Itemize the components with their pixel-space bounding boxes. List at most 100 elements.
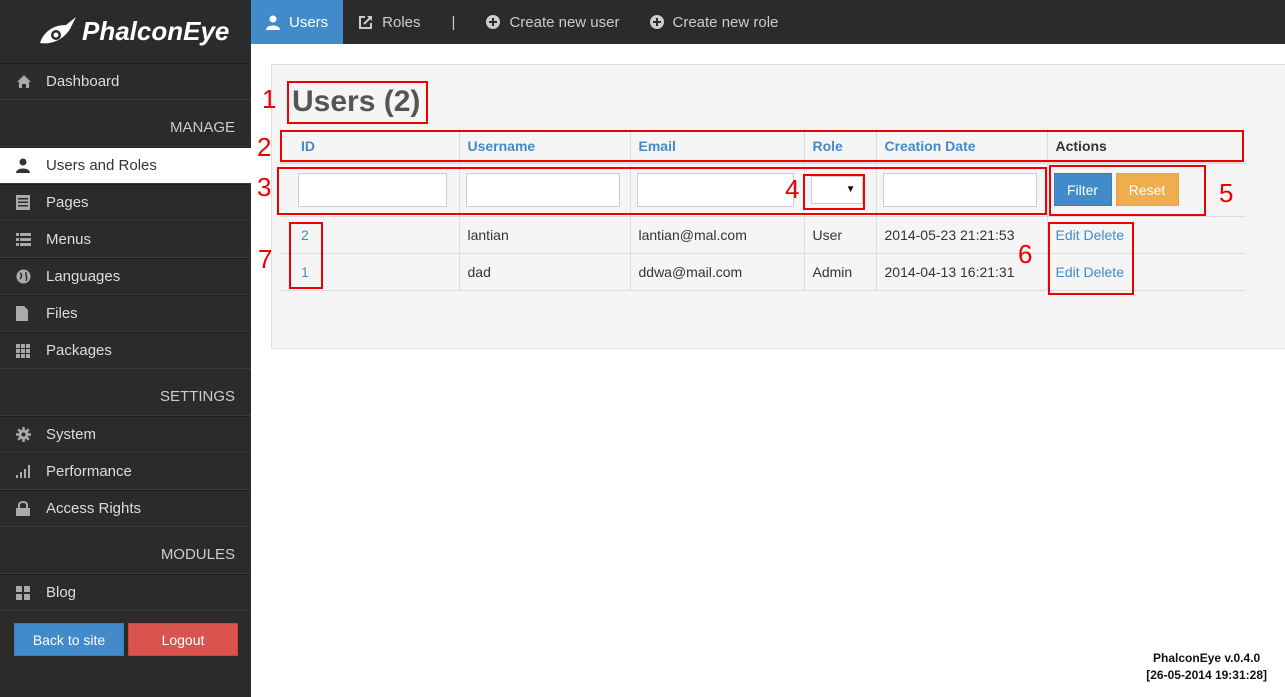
column-header-role[interactable]: Role: [803, 129, 876, 164]
sidebar-item-performance[interactable]: Performance: [0, 453, 251, 490]
sidebar-item-label: Users and Roles: [46, 157, 157, 174]
user-icon: [266, 15, 280, 30]
edit-link[interactable]: Edit: [1056, 227, 1080, 243]
sidebar-item-files[interactable]: Files: [0, 295, 251, 332]
sidebar-item-label: Packages: [46, 342, 112, 359]
sidebar-item-label: Blog: [46, 584, 77, 601]
tab-roles[interactable]: Roles: [343, 0, 435, 44]
signal-icon: [16, 465, 46, 478]
back-to-site-button[interactable]: Back to site: [14, 623, 124, 656]
sidebar-item-packages[interactable]: Packages: [0, 332, 251, 369]
create-new-user-link[interactable]: Create new user: [471, 0, 634, 44]
cell-email: lantian@mal.com: [629, 215, 804, 253]
edit-link[interactable]: Edit: [1056, 264, 1080, 280]
cell-id: 2: [280, 215, 459, 253]
sidebar-item-users-and-roles[interactable]: Users and Roles: [0, 147, 251, 184]
tab-separator: |: [451, 13, 456, 31]
annotation-number-4: 4: [785, 174, 800, 204]
delete-link[interactable]: Delete: [1084, 264, 1124, 280]
chevron-down-icon: ▼: [845, 184, 856, 196]
tab-label: Create new role: [672, 13, 779, 31]
tiles-icon: [16, 585, 46, 600]
phalcon-eye-logo-icon: [40, 16, 76, 43]
grid-icon: [16, 343, 46, 358]
delete-link[interactable]: Delete: [1084, 227, 1124, 243]
column-header-email[interactable]: Email: [629, 129, 804, 164]
plus-circle-icon: [649, 15, 664, 29]
filter-cell-username: [458, 162, 630, 216]
sidebar-item-label: Dashboard: [46, 73, 120, 90]
plus-circle-icon: [486, 15, 501, 29]
sidebar-item-languages[interactable]: Languages: [0, 258, 251, 295]
top-navbar: Users Roles | Create new user Create new…: [251, 0, 1285, 44]
list-icon: [16, 233, 46, 246]
filter-cell-date: [875, 162, 1047, 216]
filter-id-input[interactable]: [298, 172, 447, 207]
filter-cell-role: ▼: [803, 162, 876, 216]
filter-role-select[interactable]: ▼: [810, 175, 863, 204]
logout-button[interactable]: Logout: [128, 623, 238, 656]
tab-label: Users: [289, 13, 329, 31]
annotation-number-3: 3: [257, 172, 272, 202]
filter-cell-id: [280, 162, 459, 216]
filter-creation-date-input[interactable]: [882, 172, 1037, 207]
filter-email-input[interactable]: [636, 172, 794, 207]
users-panel: Users (2) ID Username Email Role Creatio…: [271, 64, 1285, 349]
sidebar-item-pages[interactable]: Pages: [0, 184, 251, 221]
globe-icon: [16, 269, 46, 284]
table-header-row: ID Username Email Role Creation Date Act…: [280, 129, 1246, 164]
user-icon: [16, 158, 46, 173]
sidebar-item-label: Access Rights: [46, 500, 142, 517]
create-new-role-link[interactable]: Create new role: [635, 0, 794, 44]
home-icon: [16, 74, 46, 89]
sidebar-item-dashboard[interactable]: Dashboard: [0, 63, 251, 100]
annotation-number-6: 6: [1018, 239, 1033, 269]
table-row: 1 dad ddwa@mail.com Admin 2014-04-13 16:…: [280, 252, 1246, 291]
annotation-number-2: 2: [257, 132, 272, 162]
sidebar-item-access-rights[interactable]: Access Rights: [0, 490, 251, 527]
tab-label: Create new user: [509, 13, 620, 31]
sidebar-buttons: Back to site Logout: [0, 611, 251, 656]
cell-username: lantian: [458, 215, 630, 253]
brand-name: PhalconEye: [82, 16, 230, 46]
annotation-number-1: 1: [262, 84, 277, 114]
cell-id: 1: [280, 252, 459, 291]
version-footer: PhalconEye v.0.4.0 [26-05-2014 19:31:28]: [1146, 650, 1267, 684]
tab-users[interactable]: Users: [251, 0, 344, 44]
sidebar-item-label: Performance: [46, 463, 132, 480]
filter-row: ▼ Filter Reset: [280, 162, 1246, 216]
cell-role: User: [803, 215, 876, 253]
section-modules: MODULES: [0, 527, 251, 574]
column-header-id[interactable]: ID: [280, 129, 459, 164]
user-id-link[interactable]: 2: [301, 227, 309, 243]
sidebar-item-label: Languages: [46, 268, 121, 285]
filter-username-input[interactable]: [465, 172, 620, 207]
cell-actions: Edit Delete: [1046, 252, 1246, 291]
filter-button[interactable]: Filter: [1053, 173, 1112, 207]
version-label: PhalconEye v.0.4.0: [1153, 651, 1261, 665]
user-id-link[interactable]: 1: [301, 264, 309, 280]
page-title: Users (2): [292, 85, 421, 118]
filter-cell-email: [629, 162, 804, 216]
reset-button[interactable]: Reset: [1115, 173, 1179, 207]
sidebar-item-label: Pages: [46, 194, 89, 211]
brand-logo[interactable]: PhalconEye: [0, 0, 251, 63]
file-icon: [16, 306, 46, 321]
sidebar: PhalconEye Dashboard MANAGE Users and Ro…: [0, 0, 251, 697]
annotation-number-7: 7: [258, 244, 273, 274]
cell-actions: Edit Delete: [1046, 215, 1246, 253]
table-row: 2 lantian lantian@mal.com User 2014-05-2…: [280, 215, 1246, 253]
column-header-creation-date[interactable]: Creation Date: [875, 129, 1047, 164]
sidebar-item-label: Menus: [46, 231, 92, 248]
share-icon: [358, 15, 373, 30]
users-table: ID Username Email Role Creation Date Act…: [280, 129, 1246, 291]
column-header-username[interactable]: Username: [458, 129, 630, 164]
version-timestamp: [26-05-2014 19:31:28]: [1146, 668, 1267, 682]
sidebar-item-blog[interactable]: Blog: [0, 574, 251, 611]
sidebar-item-system[interactable]: System: [0, 416, 251, 453]
gear-icon: [16, 427, 46, 442]
cell-email: ddwa@mail.com: [629, 252, 804, 291]
pages-icon: [16, 195, 46, 210]
tab-label: Roles: [382, 13, 421, 31]
sidebar-item-menus[interactable]: Menus: [0, 221, 251, 258]
